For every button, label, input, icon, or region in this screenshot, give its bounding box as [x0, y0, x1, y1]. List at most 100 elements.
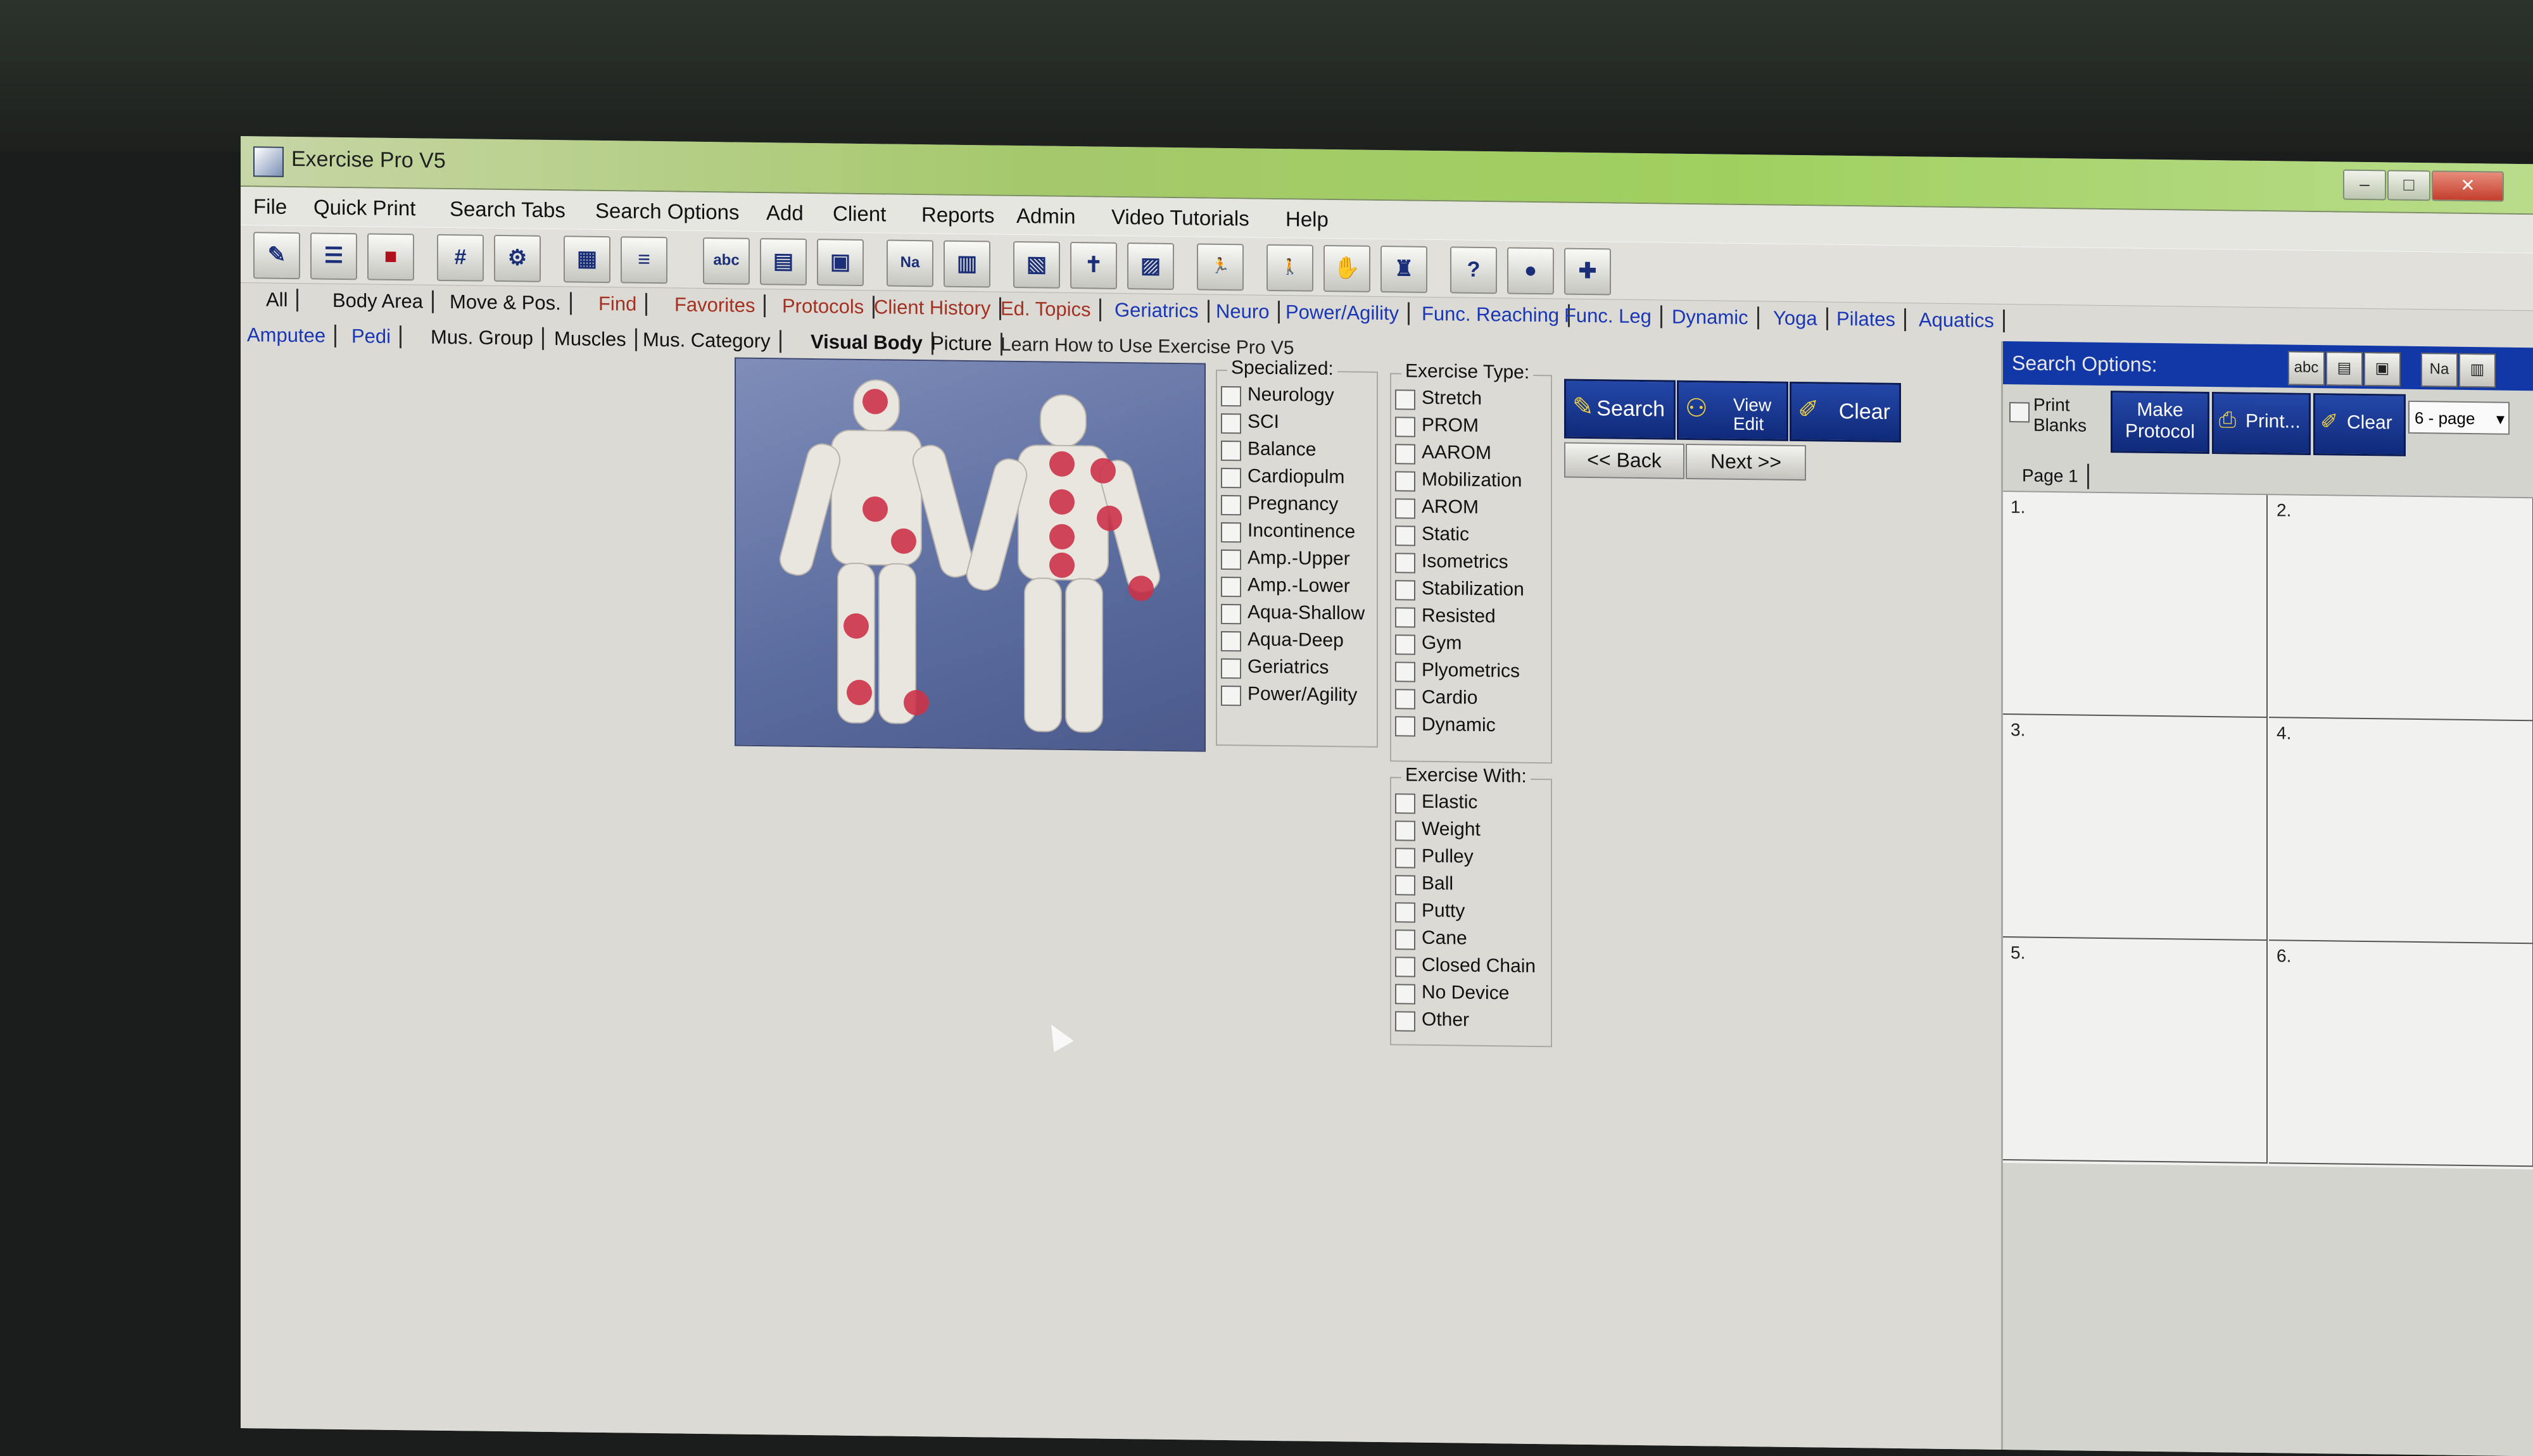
protocol-slot[interactable]: 3.	[2003, 715, 2268, 941]
hotspot-abdomen[interactable]	[862, 496, 888, 522]
hotspot-upper-back[interactable]	[1049, 451, 1075, 477]
checkbox[interactable]	[1395, 471, 1415, 492]
hotspot-elbow[interactable]	[1097, 505, 1122, 532]
maximize-button[interactable]: □	[2387, 170, 2430, 201]
protocol-slot[interactable]: 5.	[2003, 938, 2268, 1164]
toolbar-walk-icon[interactable]: 🏃	[1197, 243, 1244, 291]
menu-item-search-options[interactable]: Search Options	[595, 199, 739, 225]
checkbox[interactable]	[1221, 631, 1241, 652]
tab-visual-body[interactable]: Visual Body	[811, 330, 933, 355]
checkbox[interactable]	[1395, 716, 1415, 737]
toolbar-lines-icon[interactable]: ≡	[621, 236, 667, 284]
specialized-option-cardiopulm[interactable]: Cardiopulm	[1217, 464, 1377, 493]
specialized-option-power-agility[interactable]: Power/Agility	[1217, 682, 1377, 710]
specialized-option-geriatrics[interactable]: Geriatrics	[1217, 655, 1377, 683]
tab-client-history[interactable]: Client History	[874, 296, 1002, 320]
checkbox[interactable]	[1395, 634, 1415, 655]
clear-print-button[interactable]: ✐ Clear	[2313, 392, 2406, 456]
hotspot-wrist[interactable]	[1128, 575, 1154, 601]
checkbox[interactable]	[1221, 494, 1241, 516]
toolbar-name-icon[interactable]: Na	[887, 239, 933, 287]
tab-neuro[interactable]: Neuro	[1216, 299, 1280, 324]
checkbox[interactable]	[1395, 444, 1415, 465]
exercise-type-option-arom[interactable]: AROM	[1391, 494, 1551, 523]
exercise-type-option-static[interactable]: Static	[1391, 522, 1551, 550]
print-blanks-checkbox[interactable]	[2009, 402, 2030, 423]
exercise-type-option-mobilization[interactable]: Mobilization	[1391, 467, 1551, 496]
toolbar-weights-icon[interactable]: ♜	[1380, 245, 1427, 293]
checkbox[interactable]	[1395, 793, 1415, 814]
checkbox[interactable]	[1395, 389, 1415, 410]
tab-power-agility[interactable]: Power/Agility	[1285, 301, 1410, 325]
hotspot-knee[interactable]	[843, 613, 869, 639]
checkbox[interactable]	[1221, 658, 1241, 679]
toolbar-text-search-icon[interactable]: abc	[703, 237, 750, 285]
toolbar-bottle-icon[interactable]: ▥	[944, 240, 990, 288]
checkbox[interactable]	[1221, 603, 1241, 625]
menu-item-reports[interactable]: Reports	[921, 203, 995, 227]
tab-protocols[interactable]: Protocols	[782, 294, 875, 319]
toolbar-stop-icon[interactable]: ■	[367, 233, 414, 281]
tab-ed-topics[interactable]: Ed. Topics	[1001, 297, 1102, 322]
specialized-option-balance[interactable]: Balance	[1217, 437, 1377, 465]
toolbar-network-icon[interactable]: ▧	[1013, 241, 1060, 289]
specialized-option-incontinence[interactable]: Incontinence	[1217, 518, 1377, 547]
specialized-option-neurology[interactable]: Neurology	[1217, 382, 1377, 411]
tab-all[interactable]: All	[266, 288, 299, 312]
search-button[interactable]: ✎ Search	[1564, 379, 1676, 440]
tab-find[interactable]: Find	[598, 292, 648, 316]
checkbox[interactable]	[1395, 929, 1415, 950]
hotspot-mid-back[interactable]	[1049, 489, 1075, 515]
checkbox[interactable]	[1395, 553, 1415, 574]
checkbox[interactable]	[1395, 607, 1415, 628]
checkbox[interactable]	[1221, 522, 1241, 543]
exercise-with-option-cane[interactable]: Cane	[1391, 926, 1551, 954]
menu-item-video-tutorials[interactable]: Video Tutorials	[1111, 205, 1249, 231]
tab-picture[interactable]: Picture	[931, 332, 1003, 356]
exercise-with-option-weight[interactable]: Weight	[1391, 817, 1551, 845]
hotspot-foot[interactable]	[904, 689, 929, 716]
exercise-with-option-closed-chain[interactable]: Closed Chain	[1391, 953, 1551, 981]
hotspot-face[interactable]	[862, 388, 888, 415]
visual-body-image[interactable]	[735, 357, 1206, 752]
toolbar-help-icon[interactable]: ?	[1450, 246, 1497, 294]
exercise-type-option-resisted[interactable]: Resisted	[1391, 603, 1551, 632]
specialized-option-aqua-deep[interactable]: Aqua-Deep	[1217, 627, 1377, 656]
exercise-type-option-stabilization[interactable]: Stabilization	[1391, 576, 1551, 605]
toolbar-exercise-figure-icon[interactable]: ✝	[1070, 242, 1117, 289]
checkbox[interactable]	[1221, 685, 1241, 706]
specialized-option-amp-upper[interactable]: Amp.-Upper	[1217, 546, 1377, 574]
exercise-type-option-stretch[interactable]: Stretch	[1391, 386, 1551, 414]
exercise-type-option-gym[interactable]: Gym	[1391, 631, 1551, 659]
learn-link[interactable]: Learn How to Use Exercise Pro V5	[1001, 334, 1294, 360]
tab-dynamic[interactable]: Dynamic	[1672, 305, 1759, 330]
checkbox[interactable]	[1221, 576, 1241, 598]
tab-muscles[interactable]: Muscles	[554, 327, 637, 351]
hotspot-glute[interactable]	[1049, 552, 1075, 579]
close-button[interactable]: ✕	[2432, 170, 2504, 202]
toolbar-settings-icon[interactable]: ⚙	[494, 234, 541, 282]
search-option-image-text-icon[interactable]: ▤	[2326, 351, 2363, 386]
toolbar-numbers-icon[interactable]: #	[437, 234, 484, 282]
checkbox[interactable]	[1395, 957, 1415, 977]
view-edit-button[interactable]: ⚇ View Edit	[1677, 380, 1788, 441]
tab-pedi[interactable]: Pedi	[351, 325, 402, 349]
menu-item-client[interactable]: Client	[833, 201, 886, 226]
exercise-with-option-elastic[interactable]: Elastic	[1391, 789, 1551, 818]
protocol-slot[interactable]: 1.	[2003, 492, 2268, 719]
checkbox[interactable]	[1221, 413, 1241, 434]
exercise-type-option-cardio[interactable]: Cardio	[1391, 685, 1551, 713]
checkbox[interactable]	[1221, 386, 1241, 407]
checkbox[interactable]	[1395, 820, 1415, 841]
checkbox[interactable]	[1395, 902, 1415, 923]
exercise-type-option-prom[interactable]: PROM	[1391, 413, 1551, 441]
exercise-with-option-no-device[interactable]: No Device	[1391, 980, 1551, 1008]
search-option-image-icon[interactable]: ▣	[2364, 351, 2401, 387]
tab-mus-group[interactable]: Mus. Group	[431, 325, 544, 350]
exercise-type-option-isometrics[interactable]: Isometrics	[1391, 549, 1551, 577]
hotspot-hip[interactable]	[891, 528, 916, 555]
specialized-option-aqua-shallow[interactable]: Aqua-Shallow	[1217, 600, 1377, 629]
exercise-with-option-ball[interactable]: Ball	[1391, 871, 1551, 900]
checkbox[interactable]	[1221, 549, 1241, 570]
hotspot-shoulder[interactable]	[1090, 458, 1116, 484]
